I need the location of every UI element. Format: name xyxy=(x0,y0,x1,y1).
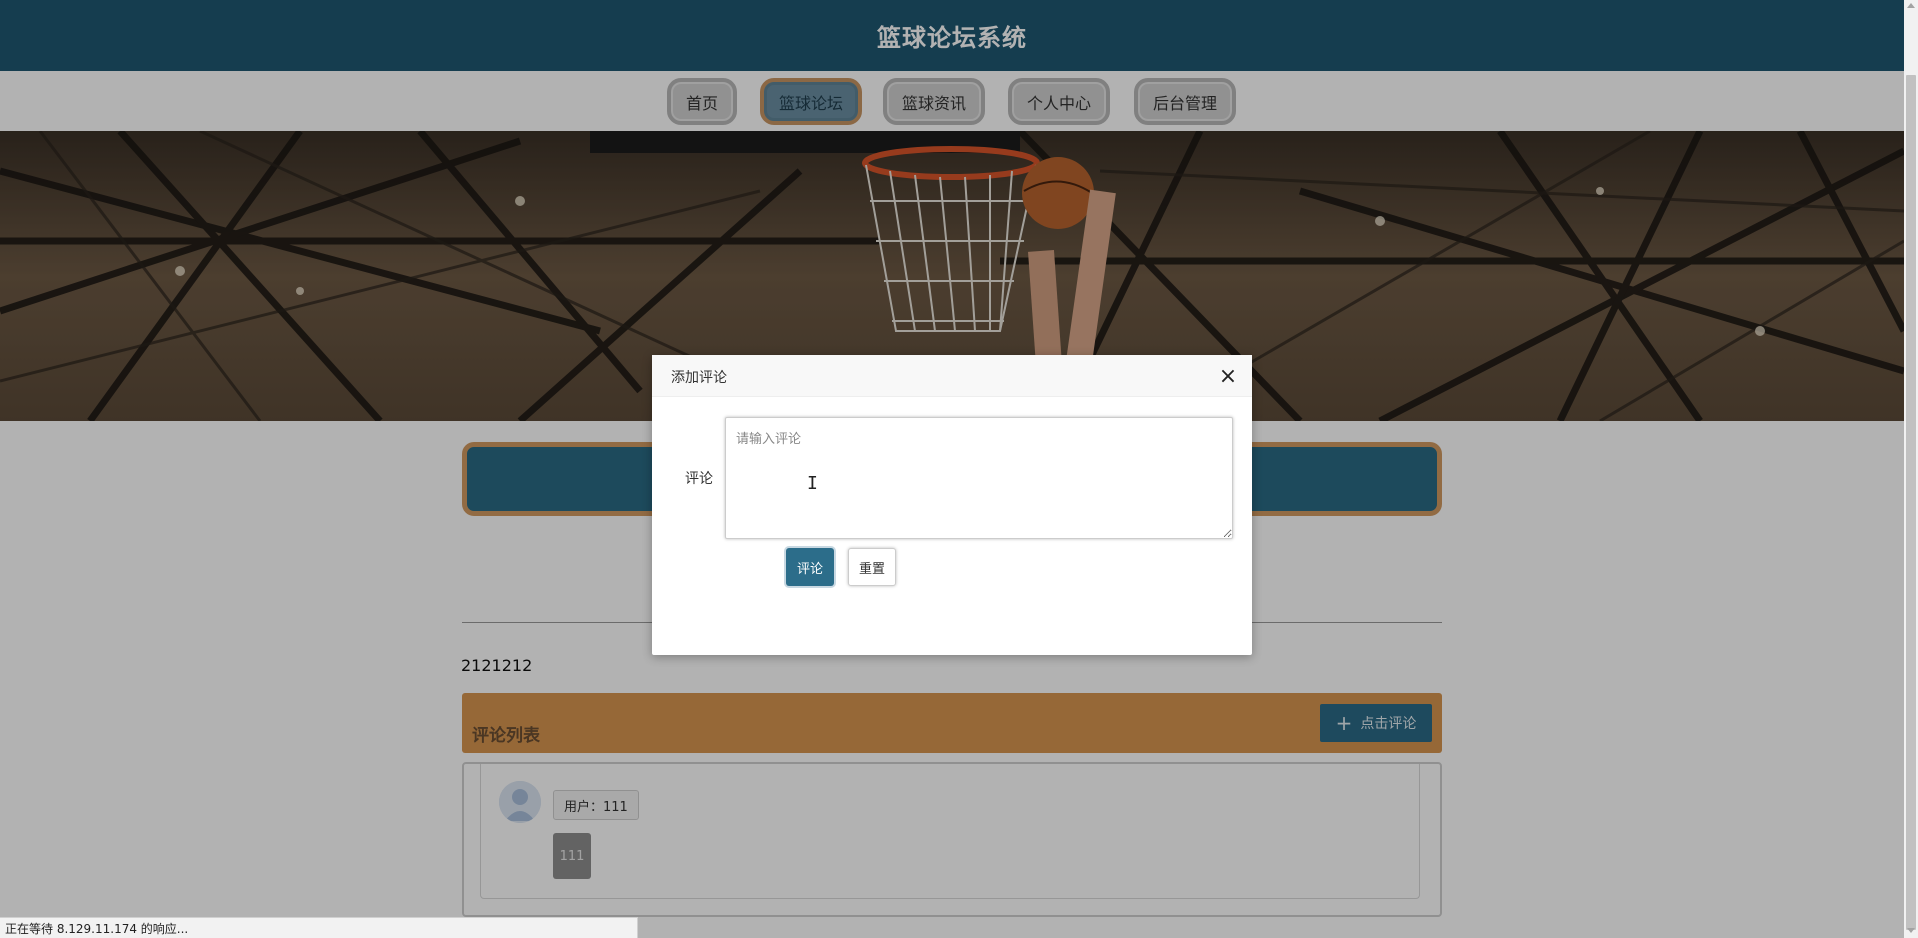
browser-status-bar: 正在等待 8.129.11.174 的响应... xyxy=(0,917,638,938)
add-comment-modal: 添加评论 × 评论 评论 重置 xyxy=(652,355,1252,655)
comment-field-label: 评论 xyxy=(685,471,713,487)
scroll-up-icon[interactable] xyxy=(1907,3,1915,8)
modal-title: 添加评论 xyxy=(671,370,727,386)
close-icon[interactable]: × xyxy=(1216,364,1240,389)
text-cursor-icon: I xyxy=(807,473,818,494)
vertical-scrollbar[interactable] xyxy=(1904,0,1918,938)
scroll-down-icon[interactable] xyxy=(1907,928,1915,933)
comment-textarea[interactable] xyxy=(725,417,1233,539)
submit-comment-button[interactable]: 评论 xyxy=(786,548,834,586)
page: 篮球论坛系统 首页 篮球论坛 篮球资讯 个人中心 后台管理 2121212 评论… xyxy=(0,0,1904,938)
scroll-thumb[interactable] xyxy=(1906,75,1916,930)
reset-button[interactable]: 重置 xyxy=(848,548,896,586)
modal-header: 添加评论 × xyxy=(652,355,1252,397)
